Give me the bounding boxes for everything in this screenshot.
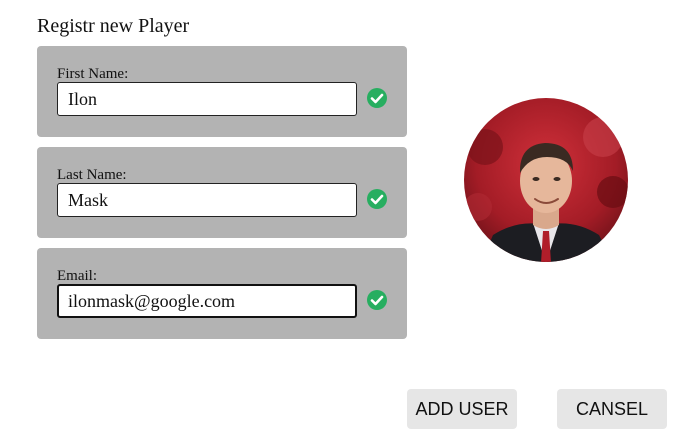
check-circle-icon xyxy=(367,189,387,209)
email-label: Email: xyxy=(57,268,97,284)
cancel-button[interactable]: CANSEL xyxy=(557,389,667,429)
first-name-field[interactable] xyxy=(57,82,357,116)
add-user-button[interactable]: ADD USER xyxy=(407,389,517,429)
first-name-card: First Name: xyxy=(37,46,407,137)
last-name-field[interactable] xyxy=(57,183,357,217)
last-name-label: Last Name: xyxy=(57,167,127,183)
avatar xyxy=(464,98,628,262)
form-title: Registr new Player xyxy=(37,15,190,37)
email-card: Email: xyxy=(37,248,407,339)
check-circle-icon xyxy=(367,290,387,310)
check-circle-icon xyxy=(367,88,387,108)
last-name-card: Last Name: xyxy=(37,147,407,238)
email-field[interactable] xyxy=(57,284,357,318)
first-name-label: First Name: xyxy=(57,66,129,82)
